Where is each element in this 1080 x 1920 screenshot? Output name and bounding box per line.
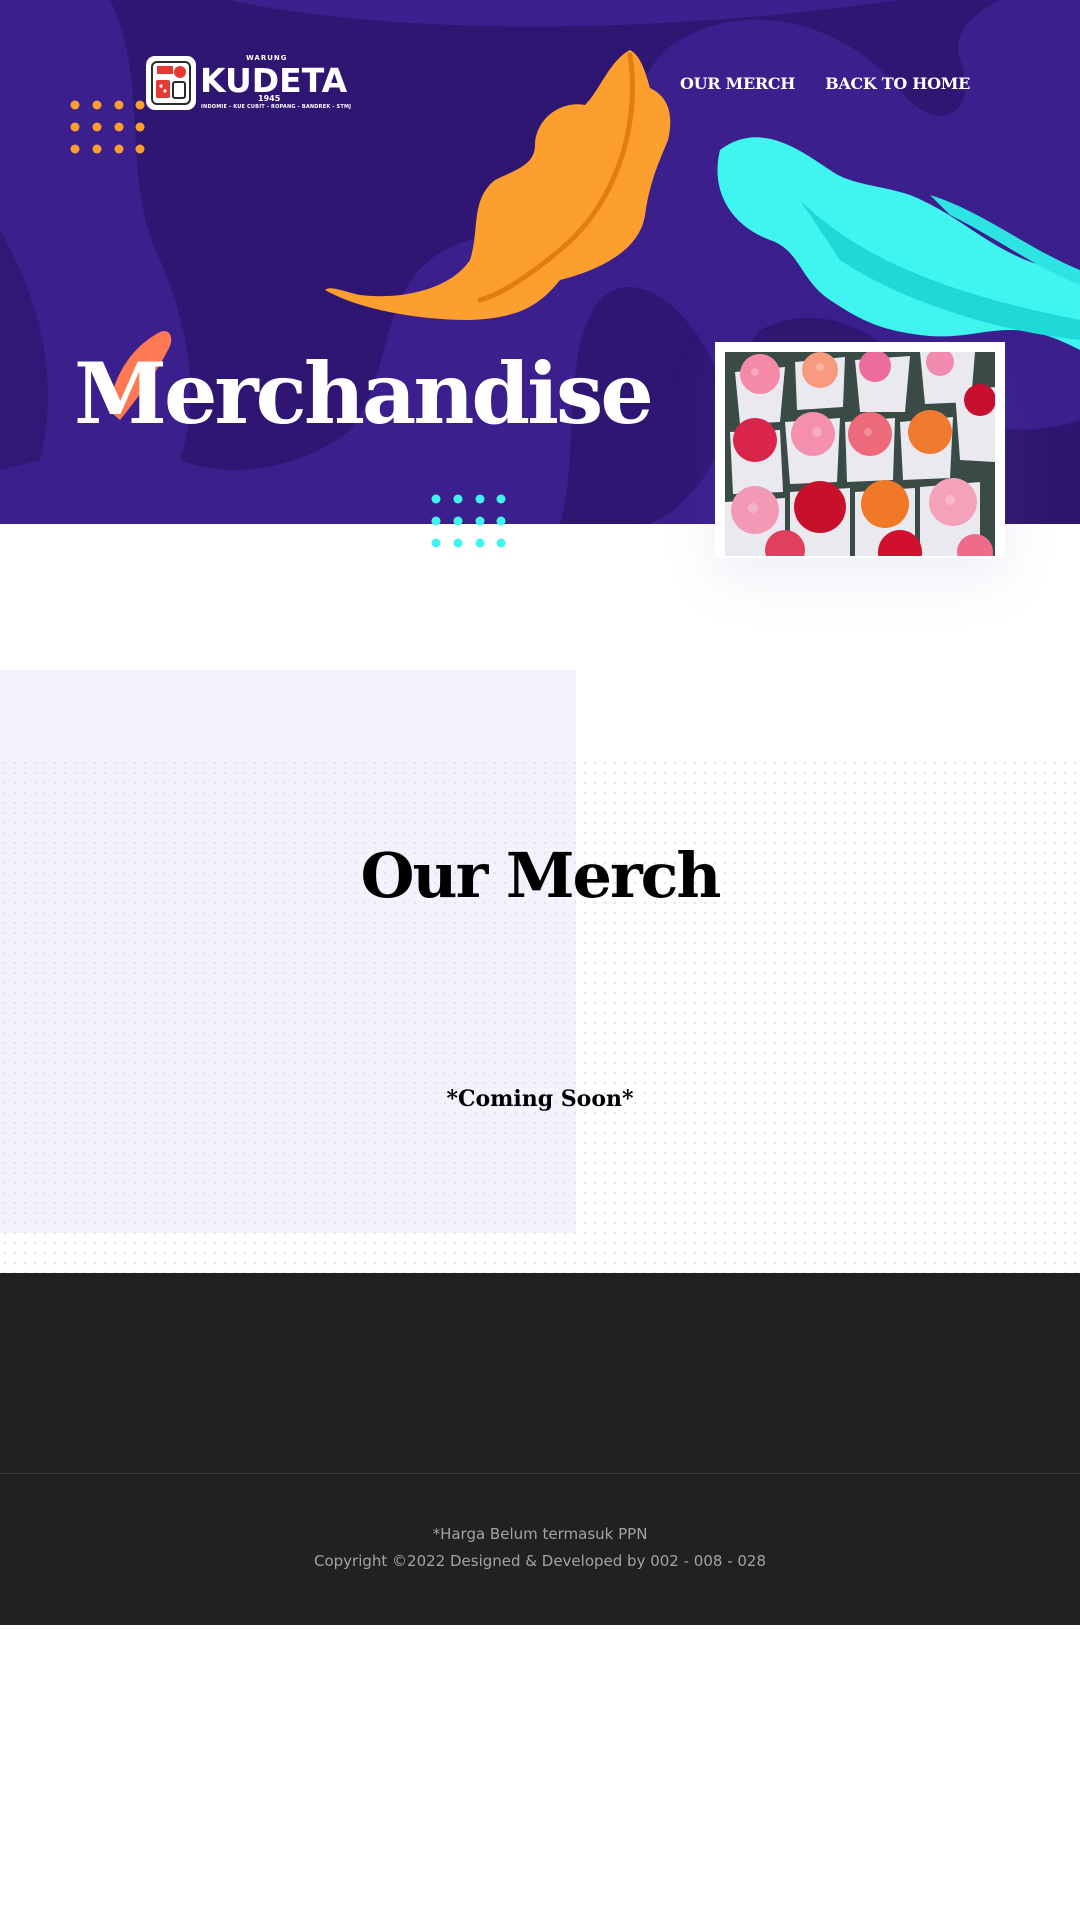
logo-tagline: INDOMIE - KUE CUBIT - ROPANG - BANDREK -… xyxy=(201,104,352,110)
dot-pattern-background xyxy=(0,758,1080,1273)
logo-year: 1945 xyxy=(258,94,281,103)
price-note: *Harga Belum termasuk PPN xyxy=(432,1525,648,1543)
copyright-text: Copyright ©2022 Designed & Developed by … xyxy=(314,1552,766,1570)
nav-link-our-merch[interactable]: OUR MERCH xyxy=(680,74,795,93)
flower-bouquets-image xyxy=(725,352,995,556)
page-title: Merchandise xyxy=(74,344,654,443)
nav-link-back-to-home[interactable]: BACK TO HOME xyxy=(825,74,970,93)
logo-emblem-icon xyxy=(146,56,196,110)
footer-divider xyxy=(0,1473,1080,1474)
brand-logo[interactable]: WARUNG KUDETA 1945 INDOMIE - KUE CUBIT -… xyxy=(146,54,351,114)
hero-image-card xyxy=(715,342,1005,558)
cyan-dots-decoration xyxy=(431,494,506,548)
main-nav: OUR MERCH BACK TO HOME xyxy=(680,74,970,93)
merch-section: Our Merch *Coming Soon* xyxy=(0,670,1080,1273)
section-title: Our Merch xyxy=(360,839,722,912)
coming-soon-text: *Coming Soon* xyxy=(446,1086,634,1112)
footer: *Harga Belum termasuk PPN Copyright ©202… xyxy=(0,1273,1080,1625)
logo-wordmark: KUDETA xyxy=(200,61,348,100)
